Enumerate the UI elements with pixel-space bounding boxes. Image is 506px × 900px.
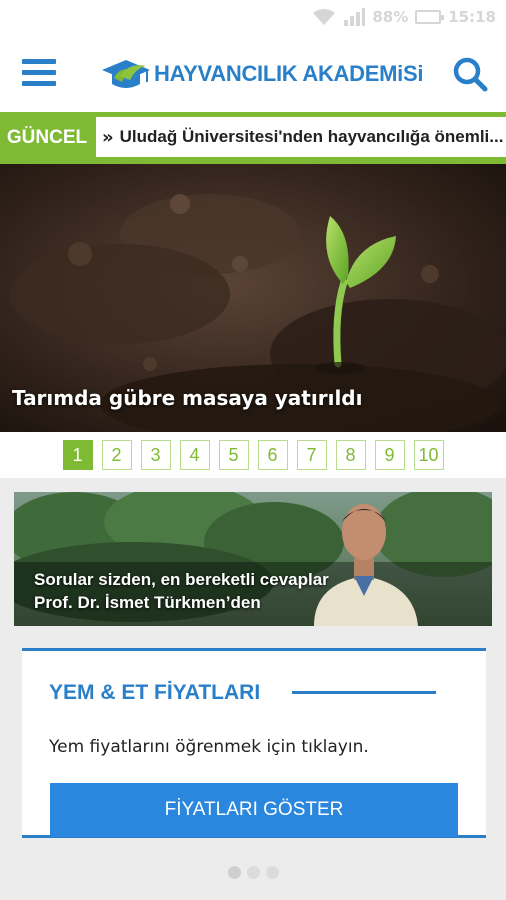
page-button-10[interactable]: 10 bbox=[413, 440, 444, 470]
wifi-icon bbox=[313, 9, 336, 25]
page-button-4[interactable]: 4 bbox=[179, 440, 210, 470]
page-button-9[interactable]: 9 bbox=[374, 440, 405, 470]
double-chevron-right-icon: » bbox=[102, 126, 114, 148]
ticker-headline-link[interactable]: » Uludağ Üniversitesi'nden hayvancılığa … bbox=[96, 117, 506, 157]
show-prices-button[interactable]: FİYATLARI GÖSTER bbox=[50, 783, 458, 837]
card-title: YEM & ET FİYATLARI bbox=[49, 681, 261, 704]
promo-caption: Sorular sizden, en bereketli cevaplar Pr… bbox=[34, 568, 329, 614]
ticker-label: GÜNCEL bbox=[6, 127, 88, 148]
status-bar: 88% 15:18 bbox=[0, 0, 506, 36]
page-button-8[interactable]: 8 bbox=[335, 440, 366, 470]
promo-line-1: Sorular sizden, en bereketli cevaplar bbox=[34, 570, 329, 589]
hamburger-menu-icon[interactable] bbox=[22, 59, 56, 89]
graduation-cap-logo-icon bbox=[102, 60, 150, 88]
carousel-dot-2[interactable] bbox=[246, 866, 260, 879]
battery-percent: 88% bbox=[372, 8, 409, 26]
carousel-indicator bbox=[0, 866, 506, 879]
clock: 15:18 bbox=[448, 8, 496, 26]
page-button-7[interactable]: 7 bbox=[296, 440, 327, 470]
card-description: Yem fiyatlarını öğrenmek için tıklayın. bbox=[49, 737, 369, 757]
app-header: HAYVANCILIK AKADEMiSi bbox=[0, 36, 506, 112]
feed-meat-prices-card: YEM & ET FİYATLARI Yem fiyatlarını öğren… bbox=[22, 648, 486, 838]
news-ticker: GÜNCEL » Uludağ Üniversitesi'nden hayvan… bbox=[0, 112, 506, 164]
page-button-2[interactable]: 2 bbox=[101, 440, 132, 470]
page-button-1[interactable]: 1 bbox=[62, 440, 93, 470]
page-button-6[interactable]: 6 bbox=[257, 440, 288, 470]
signal-icon bbox=[344, 8, 366, 26]
status-icons: 88% 15:18 bbox=[312, 8, 496, 26]
battery-icon bbox=[415, 10, 445, 24]
search-icon[interactable] bbox=[452, 56, 488, 92]
hero-caption: Tarımda gübre masaya yatırıldı bbox=[12, 386, 363, 410]
promo-banner[interactable]: Sorular sizden, en bereketli cevaplar Pr… bbox=[14, 492, 492, 626]
slider-pagination: 1 2 3 4 5 6 7 8 9 10 bbox=[0, 432, 506, 478]
carousel-dot-1[interactable] bbox=[227, 866, 241, 879]
page-button-3[interactable]: 3 bbox=[140, 440, 171, 470]
page-button-5[interactable]: 5 bbox=[218, 440, 249, 470]
brand-name: HAYVANCILIK AKADEMiSi bbox=[154, 61, 424, 86]
title-divider bbox=[292, 691, 436, 694]
carousel-dot-3[interactable] bbox=[265, 866, 279, 879]
brand-logo[interactable]: HAYVANCILIK AKADEMiSi bbox=[100, 54, 423, 94]
hero-slide[interactable]: Tarımda gübre masaya yatırıldı bbox=[0, 164, 506, 432]
promo-line-2: Prof. Dr. İsmet Türkmen’den bbox=[34, 593, 261, 612]
ticker-headline: Uludağ Üniversitesi'nden hayvancılığa ön… bbox=[119, 127, 504, 146]
